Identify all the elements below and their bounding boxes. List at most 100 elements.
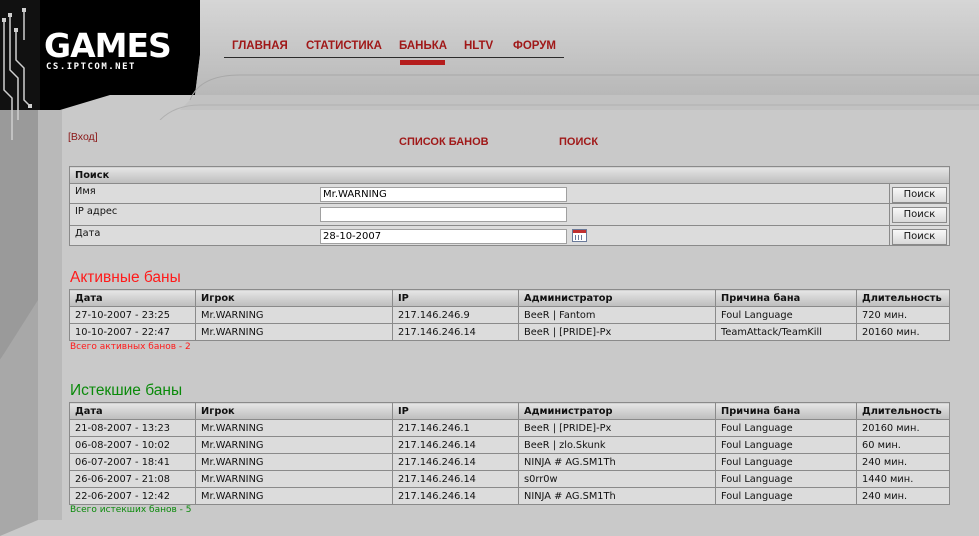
cell-player: Mr.WARNING [195, 470, 393, 488]
cell-reason: TeamAttack/TeamKill [715, 323, 857, 341]
search-date-button[interactable]: Поиск [892, 229, 947, 245]
cell-duration: 1440 мин. [856, 470, 950, 488]
cell-date: 06-08-2007 - 10:02 [69, 436, 196, 454]
search-date-label: Дата [75, 228, 101, 239]
active-bans-total: Всего активных банов - 2 [70, 342, 191, 352]
cell-ip: 217.146.246.14 [392, 436, 519, 454]
search-date-cell: Дата 28-10-2007 [69, 225, 890, 246]
cell-player: Mr.WARNING [195, 436, 393, 454]
nav-forum[interactable]: ФОРУМ [513, 40, 556, 52]
search-header: Поиск [68, 166, 951, 184]
search-row-date: Дата 28-10-2007 Поиск [69, 225, 951, 246]
active-bans-table: Дата Игрок IP Администратор Причина бана… [69, 289, 950, 341]
cell-player: Mr.WARNING [195, 306, 393, 324]
search-ip-button-cell: Поиск [888, 203, 951, 226]
col-player[interactable]: Игрок [195, 289, 393, 307]
table-row[interactable]: 10-10-2007 - 22:47 Mr.WARNING 217.146.24… [69, 323, 950, 341]
search-name-input[interactable]: Mr.WARNING [320, 187, 567, 202]
col-duration[interactable]: Длительность [856, 289, 950, 307]
cell-ip: 217.146.246.14 [392, 470, 519, 488]
search-form: Поиск Имя Mr.WARNING Поиск IP адрес Поис… [68, 166, 951, 246]
calendar-icon[interactable] [572, 229, 587, 242]
table-row[interactable]: 21-08-2007 - 13:23 Mr.WARNING 217.146.24… [69, 419, 950, 437]
cell-duration: 60 мин. [856, 436, 950, 454]
search-row-name: Имя Mr.WARNING Поиск [69, 183, 951, 204]
table-row[interactable]: 27-10-2007 - 23:25 Mr.WARNING 217.146.24… [69, 306, 950, 324]
nav-active-indicator [400, 60, 445, 65]
cell-player: Mr.WARNING [195, 453, 393, 471]
search-date-input[interactable]: 28-10-2007 [320, 229, 567, 244]
cell-reason: Foul Language [715, 470, 857, 488]
cell-admin: NINJA # AG.SM1Th [518, 453, 716, 471]
nav-statistics[interactable]: СТАТИСТИКА [306, 40, 382, 52]
nav-underline [224, 57, 564, 58]
cell-duration: 240 мин. [856, 487, 950, 505]
col-ip[interactable]: IP [392, 289, 519, 307]
cell-ip: 217.146.246.14 [392, 453, 519, 471]
cell-admin: BeeR | zlo.Skunk [518, 436, 716, 454]
cell-ip: 217.146.246.14 [392, 487, 519, 505]
col-admin[interactable]: Администратор [518, 289, 716, 307]
cell-admin: s0rr0w [518, 470, 716, 488]
col-date[interactable]: Дата [69, 402, 196, 420]
col-reason[interactable]: Причина бана [715, 402, 857, 420]
expired-bans-total: Всего истекших банов - 5 [70, 505, 192, 515]
search-ip-cell: IP адрес [69, 203, 890, 226]
cell-date: 06-07-2007 - 18:41 [69, 453, 196, 471]
cell-date: 21-08-2007 - 13:23 [69, 419, 196, 437]
search-ip-input[interactable] [320, 207, 567, 222]
col-admin[interactable]: Администратор [518, 402, 716, 420]
logo-title: GAMES [44, 26, 172, 65]
login-link-wrapper: [Вход] [68, 131, 98, 143]
cell-admin: NINJA # AG.SM1Th [518, 487, 716, 505]
nav-home[interactable]: ГЛАВНАЯ [232, 40, 288, 52]
expired-bans-header-row: Дата Игрок IP Администратор Причина бана… [69, 402, 950, 420]
table-row[interactable]: 06-08-2007 - 10:02 Mr.WARNING 217.146.24… [69, 436, 950, 454]
cell-player: Mr.WARNING [195, 323, 393, 341]
active-bans-title: Активные баны [70, 269, 181, 286]
search-name-button-cell: Поиск [888, 183, 951, 204]
table-row[interactable]: 06-07-2007 - 18:41 Mr.WARNING 217.146.24… [69, 453, 950, 471]
cell-duration: 720 мин. [856, 306, 950, 324]
cell-duration: 20160 мин. [856, 419, 950, 437]
cell-duration: 20160 мин. [856, 323, 950, 341]
search-date-button-cell: Поиск [888, 225, 951, 246]
site-logo[interactable]: GAMES CS.IPTCOM.NET [44, 26, 172, 73]
cell-ip: 217.146.246.1 [392, 419, 519, 437]
login-link[interactable]: Вход [71, 131, 95, 143]
expired-bans-title: Истекшие баны [70, 382, 183, 399]
table-row[interactable]: 22-06-2007 - 12:42 Mr.WARNING 217.146.24… [69, 487, 950, 505]
cell-ip: 217.146.246.14 [392, 323, 519, 341]
submenu-search[interactable]: ПОИСК [559, 136, 598, 148]
nav-hltv[interactable]: HLTV [464, 40, 493, 52]
cell-ip: 217.146.246.9 [392, 306, 519, 324]
search-ip-label: IP адрес [75, 206, 118, 217]
cell-duration: 240 мин. [856, 453, 950, 471]
expired-bans-table: Дата Игрок IP Администратор Причина бана… [69, 402, 950, 505]
cell-player: Mr.WARNING [195, 487, 393, 505]
search-name-cell: Имя Mr.WARNING [69, 183, 890, 204]
active-bans-header-row: Дата Игрок IP Администратор Причина бана… [69, 289, 950, 307]
col-ip[interactable]: IP [392, 402, 519, 420]
cell-date: 26-06-2007 - 21:08 [69, 470, 196, 488]
nav-bans[interactable]: БАНЬКА [399, 40, 447, 52]
cell-date: 10-10-2007 - 22:47 [69, 323, 196, 341]
cell-reason: Foul Language [715, 306, 857, 324]
cell-player: Mr.WARNING [195, 419, 393, 437]
table-row[interactable]: 26-06-2007 - 21:08 Mr.WARNING 217.146.24… [69, 470, 950, 488]
search-ip-button[interactable]: Поиск [892, 207, 947, 223]
col-reason[interactable]: Причина бана [715, 289, 857, 307]
cell-date: 22-06-2007 - 12:42 [69, 487, 196, 505]
cell-reason: Foul Language [715, 487, 857, 505]
col-player[interactable]: Игрок [195, 402, 393, 420]
cell-admin: BeeR | [PRIDE]-Px [518, 323, 716, 341]
col-date[interactable]: Дата [69, 289, 196, 307]
search-name-label: Имя [75, 186, 96, 197]
submenu-ban-list[interactable]: СПИСОК БАНОВ [399, 136, 489, 148]
search-row-ip: IP адрес Поиск [69, 203, 951, 226]
search-name-button[interactable]: Поиск [892, 187, 947, 203]
cell-date: 27-10-2007 - 23:25 [69, 306, 196, 324]
col-duration[interactable]: Длительность [856, 402, 950, 420]
cell-reason: Foul Language [715, 436, 857, 454]
cell-reason: Foul Language [715, 453, 857, 471]
